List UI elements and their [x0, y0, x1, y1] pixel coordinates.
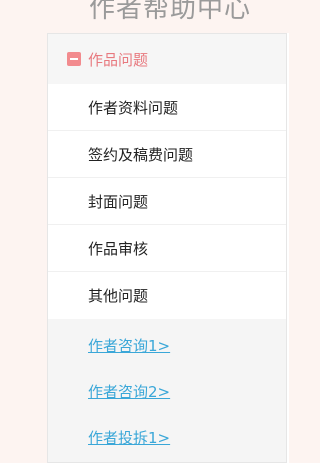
subitem-author-profile[interactable]: 作者资料问题	[48, 84, 286, 131]
contact-links: 作者咨询1> 作者咨询2> 作者投拆1>	[48, 322, 286, 460]
collapse-icon[interactable]	[67, 52, 81, 66]
subitem-contract-royalty[interactable]: 签约及稿费问题	[48, 131, 286, 178]
panel-right-edge	[287, 33, 289, 463]
author-consult-link-1[interactable]: 作者咨询1>	[48, 322, 286, 368]
category-header-works[interactable]: 作品问题	[48, 34, 286, 84]
author-consult-link-2[interactable]: 作者咨询2>	[48, 368, 286, 414]
subitem-cover[interactable]: 封面问题	[48, 178, 286, 225]
subitem-review[interactable]: 作品审核	[48, 225, 286, 272]
subitem-other[interactable]: 其他问题	[48, 272, 286, 319]
help-category-panel: 作品问题 作者资料问题 签约及稿费问题 封面问题 作品审核 其他问题 作者咨询1…	[47, 33, 287, 463]
category-label: 作品问题	[88, 50, 149, 69]
author-complaint-link-1[interactable]: 作者投拆1>	[48, 414, 286, 460]
category-subitem-list: 作者资料问题 签约及稿费问题 封面问题 作品审核 其他问题	[48, 84, 286, 319]
page-title: 作者帮助中心	[88, 0, 251, 24]
